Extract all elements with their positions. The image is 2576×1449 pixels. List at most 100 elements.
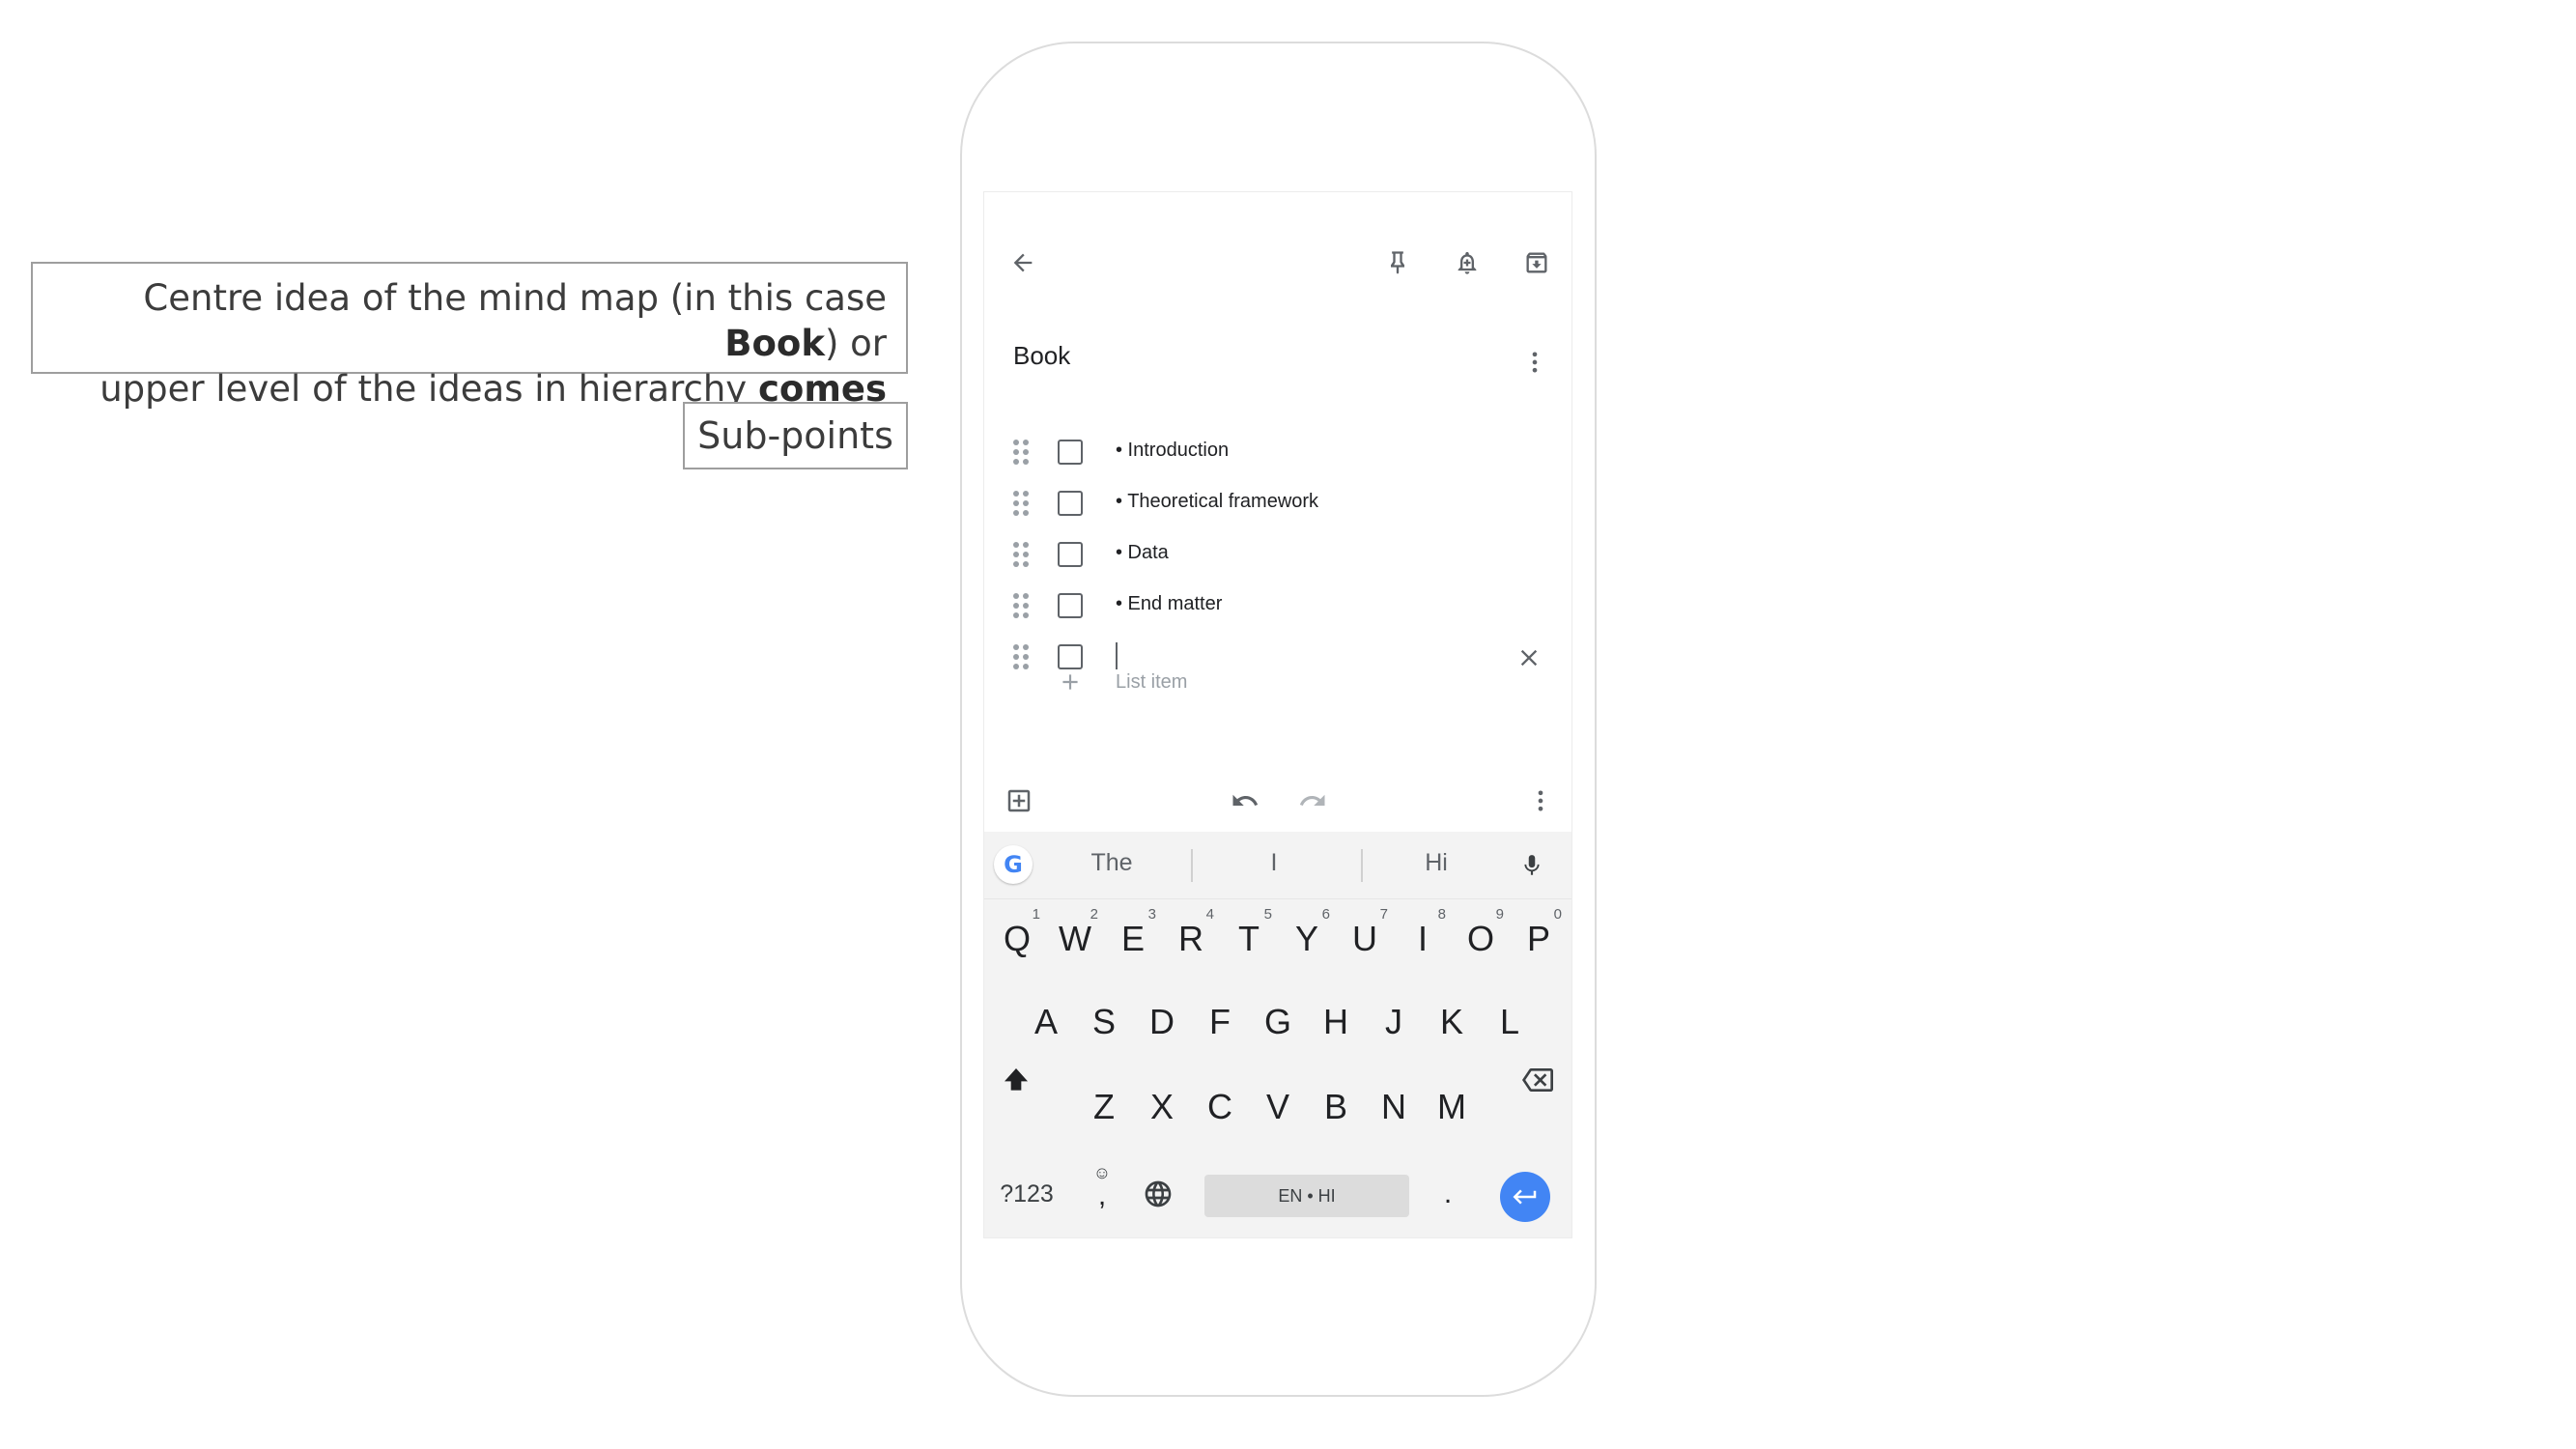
annotation-text: Centre idea of the mind map (in this cas… (143, 277, 887, 319)
period-key[interactable]: . (1429, 1160, 1467, 1228)
reminder-bell-icon (1458, 251, 1477, 274)
key-number-hint: 7 (1379, 906, 1388, 923)
key-q[interactable]: Q1 (988, 905, 1046, 973)
item-checkbox[interactable] (1058, 491, 1083, 516)
key-number-hint: 4 (1205, 906, 1214, 923)
key-label: W (1059, 919, 1091, 958)
drag-handle-icon[interactable] (1013, 440, 1029, 465)
mic-icon (1524, 855, 1540, 875)
shift-key[interactable] (994, 1046, 1038, 1114)
pin-button[interactable] (1378, 243, 1417, 282)
key-w[interactable]: W2 (1046, 905, 1104, 973)
key-v[interactable]: V (1249, 1073, 1307, 1141)
symbols-key[interactable]: ?123 (998, 1160, 1056, 1228)
drag-handle-icon[interactable] (1013, 491, 1029, 516)
divider (1191, 849, 1193, 882)
key-g[interactable]: G (1249, 988, 1307, 1056)
note-more-button[interactable] (1521, 345, 1548, 380)
arrow-back-icon (1013, 253, 1033, 272)
undo-button[interactable] (1228, 783, 1262, 818)
pin-icon (1391, 251, 1404, 274)
list-item: • End matter (984, 580, 1571, 631)
key-b[interactable]: B (1307, 1073, 1365, 1141)
key-z[interactable]: Z (1075, 1073, 1133, 1141)
backspace-icon (1522, 1068, 1553, 1092)
key-label: Q (1003, 919, 1031, 958)
reminder-button[interactable] (1448, 243, 1486, 282)
key-label: O (1466, 919, 1494, 958)
key-c[interactable]: C (1191, 1073, 1249, 1141)
item-checkbox[interactable] (1058, 593, 1083, 618)
suggestion[interactable]: Hi (1359, 849, 1514, 877)
key-r[interactable]: R4 (1162, 905, 1220, 973)
key-e[interactable]: E3 (1104, 905, 1162, 973)
enter-key[interactable] (1500, 1172, 1550, 1222)
item-checkbox[interactable] (1058, 542, 1083, 567)
suggestion[interactable]: The (1034, 849, 1189, 877)
suggestion[interactable]: I (1197, 849, 1351, 877)
drag-handle-icon[interactable] (1013, 542, 1029, 567)
toolbar-more-button[interactable] (1527, 783, 1554, 818)
item-text[interactable]: • Theoretical framework (1116, 491, 1318, 513)
item-checkbox[interactable] (1058, 440, 1083, 465)
key-label: U (1352, 919, 1377, 958)
key-label: E (1120, 919, 1145, 958)
annotation-text: ) or (824, 323, 887, 364)
key-j[interactable]: J (1365, 988, 1423, 1056)
list-item: • Data (984, 528, 1571, 580)
key-m[interactable]: M (1423, 1073, 1481, 1141)
add-box-button[interactable] (1002, 783, 1036, 818)
suggestion-strip: G The I Hi (984, 832, 1571, 899)
add-list-item-row[interactable]: List item (984, 664, 1571, 702)
annotation-bold-book: Book (724, 323, 825, 364)
key-k[interactable]: K (1423, 988, 1481, 1056)
key-number-hint: 1 (1032, 906, 1040, 923)
backspace-key[interactable] (1512, 1046, 1564, 1114)
language-key[interactable] (1139, 1160, 1177, 1228)
key-label: P (1526, 919, 1550, 958)
key-x[interactable]: X (1133, 1073, 1191, 1141)
key-label: Y (1294, 919, 1318, 958)
google-logo-icon[interactable]: G (994, 845, 1033, 884)
archive-button[interactable] (1517, 243, 1556, 282)
more-vert-icon (1538, 790, 1543, 811)
keep-note-screen: Book • Introduction • Theoretical framew… (983, 191, 1572, 1238)
item-text[interactable]: • End matter (1116, 593, 1222, 615)
archive-icon (1526, 252, 1547, 273)
item-text[interactable]: • Data (1116, 542, 1169, 564)
key-number-hint: 3 (1147, 906, 1156, 923)
key-number-hint: 0 (1553, 906, 1562, 923)
redo-icon (1299, 794, 1325, 806)
space-bar[interactable]: EN • HI (1204, 1175, 1409, 1217)
app-bar (984, 192, 1571, 337)
key-t[interactable]: T5 (1220, 905, 1278, 973)
item-text[interactable]: • Introduction (1116, 440, 1229, 462)
key-number-hint: 2 (1090, 906, 1098, 923)
more-vert-icon (1532, 352, 1538, 373)
key-n[interactable]: N (1365, 1073, 1423, 1141)
mic-button[interactable] (1517, 849, 1546, 882)
key-i[interactable]: I8 (1394, 905, 1452, 973)
add-item-placeholder: List item (1116, 671, 1188, 693)
comma-key[interactable]: ☺ , (1085, 1160, 1119, 1228)
key-number-hint: 5 (1263, 906, 1272, 923)
key-number-hint: 9 (1495, 906, 1504, 923)
key-p[interactable]: P0 (1510, 905, 1568, 973)
key-o[interactable]: O9 (1452, 905, 1510, 973)
key-d[interactable]: D (1133, 988, 1191, 1056)
add-box-icon (1007, 789, 1031, 812)
globe-icon (1145, 1180, 1172, 1208)
key-s[interactable]: S (1075, 988, 1133, 1056)
redo-button[interactable] (1295, 783, 1330, 818)
key-y[interactable]: Y6 (1278, 905, 1336, 973)
key-h[interactable]: H (1307, 988, 1365, 1056)
annotation-sub-points: Sub-points (683, 402, 908, 469)
key-f[interactable]: F (1191, 988, 1249, 1056)
key-u[interactable]: U7 (1336, 905, 1394, 973)
key-label: I (1417, 919, 1428, 958)
key-number-hint: 8 (1437, 906, 1446, 923)
note-title[interactable]: Book (1013, 341, 1070, 371)
annotation-text: upper level of the ideas in hierarchy (99, 368, 758, 410)
drag-handle-icon[interactable] (1013, 593, 1029, 618)
back-button[interactable] (1004, 243, 1042, 282)
